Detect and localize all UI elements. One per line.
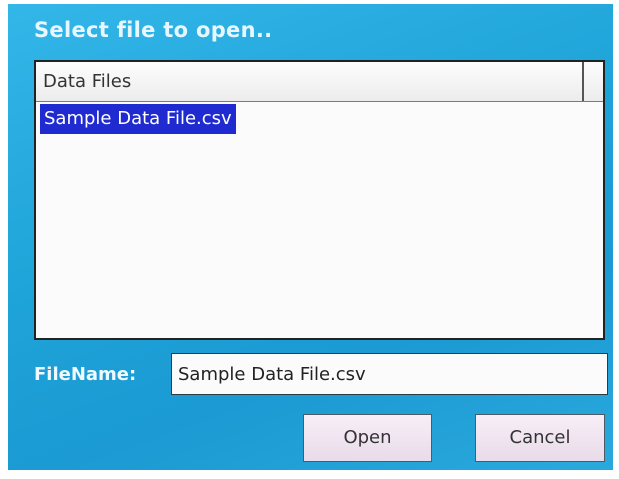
open-file-dialog: Select file to open.. Data Files Sample …	[8, 4, 613, 470]
column-header-spare	[584, 62, 603, 101]
file-list[interactable]: Data Files Sample Data File.csv	[34, 60, 605, 340]
list-item[interactable]: Sample Data File.csv	[40, 104, 236, 134]
filename-label: FileName:	[34, 364, 137, 385]
list-header: Data Files	[36, 62, 603, 102]
dialog-title: Select file to open..	[34, 18, 273, 42]
filename-field[interactable]	[171, 353, 608, 395]
column-header-data-files[interactable]: Data Files	[36, 62, 584, 101]
open-button[interactable]: Open	[303, 414, 432, 462]
cancel-button[interactable]: Cancel	[475, 414, 605, 462]
